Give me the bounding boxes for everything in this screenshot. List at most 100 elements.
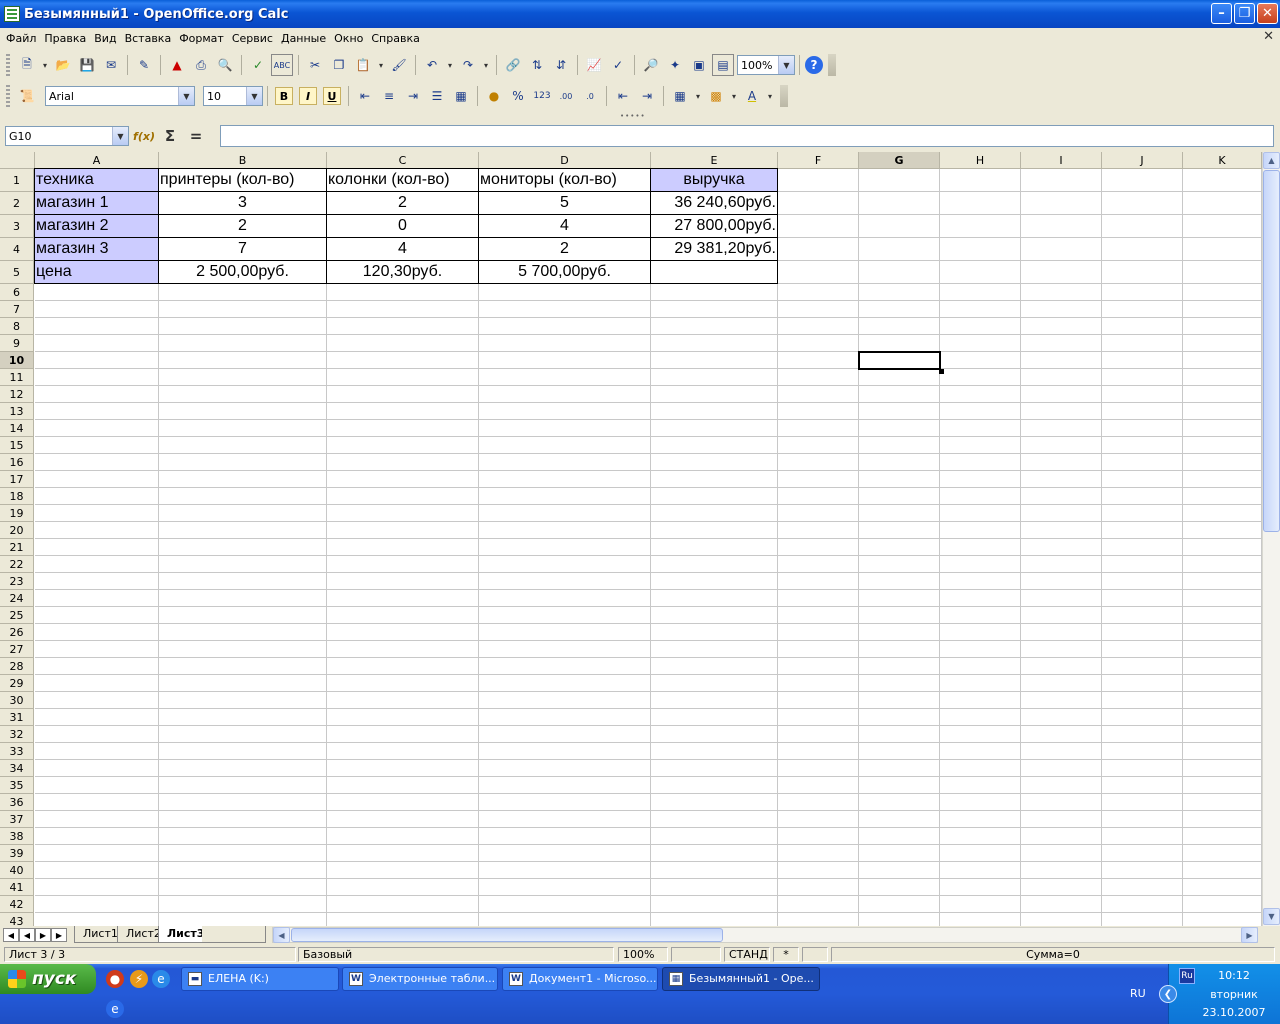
row-header[interactable]: 17 bbox=[0, 471, 34, 488]
grid-cell[interactable] bbox=[1102, 675, 1183, 692]
grid-cell[interactable] bbox=[327, 539, 479, 556]
grid-cell[interactable] bbox=[1021, 238, 1102, 261]
grid-cell[interactable] bbox=[859, 692, 940, 709]
grid-cell[interactable] bbox=[35, 403, 159, 420]
row-header[interactable]: 10 bbox=[0, 352, 34, 369]
row-header[interactable]: 42 bbox=[0, 896, 34, 913]
grid-cell[interactable] bbox=[651, 403, 778, 420]
grid-cell[interactable] bbox=[651, 590, 778, 607]
grid-cell[interactable] bbox=[327, 590, 479, 607]
new-document-icon[interactable]: 🗎 bbox=[16, 54, 38, 76]
grid-cell[interactable] bbox=[479, 658, 651, 675]
grid-cell[interactable] bbox=[327, 777, 479, 794]
scroll-down-icon[interactable]: ▼ bbox=[1263, 908, 1280, 925]
grid-cell[interactable] bbox=[35, 556, 159, 573]
grid-cell[interactable] bbox=[35, 913, 159, 926]
grid-cell[interactable] bbox=[651, 913, 778, 926]
copy-icon[interactable]: ❐ bbox=[328, 54, 350, 76]
grid-cell[interactable] bbox=[1183, 811, 1262, 828]
grid-cell[interactable] bbox=[479, 726, 651, 743]
grid-cell[interactable] bbox=[940, 760, 1021, 777]
grid-cell[interactable] bbox=[1021, 301, 1102, 318]
data-sources-icon[interactable]: ▤ bbox=[712, 54, 734, 76]
row-header[interactable]: 19 bbox=[0, 505, 34, 522]
grid-cell[interactable] bbox=[859, 522, 940, 539]
grid-cell[interactable] bbox=[1183, 505, 1262, 522]
grid-cell[interactable] bbox=[327, 658, 479, 675]
active-cell-cursor[interactable] bbox=[858, 351, 941, 370]
grid-cell[interactable] bbox=[479, 352, 651, 369]
grid-cell[interactable] bbox=[479, 743, 651, 760]
grid-cell[interactable] bbox=[778, 420, 859, 437]
grid-cell[interactable] bbox=[1102, 641, 1183, 658]
grid-cell[interactable] bbox=[327, 913, 479, 926]
grid-cell[interactable] bbox=[1102, 556, 1183, 573]
grid-cell[interactable] bbox=[479, 794, 651, 811]
table-cell[interactable] bbox=[650, 260, 778, 284]
grid-cell[interactable] bbox=[940, 726, 1021, 743]
row-header[interactable]: 8 bbox=[0, 318, 34, 335]
row-header[interactable]: 24 bbox=[0, 590, 34, 607]
grid-cell[interactable] bbox=[159, 505, 327, 522]
row-header[interactable]: 18 bbox=[0, 488, 34, 505]
grid-cell[interactable] bbox=[859, 862, 940, 879]
grid-cell[interactable] bbox=[159, 284, 327, 301]
grid-cell[interactable] bbox=[1021, 811, 1102, 828]
grid-cell[interactable] bbox=[1183, 471, 1262, 488]
help-icon[interactable]: ? bbox=[805, 56, 823, 74]
grid-cell[interactable] bbox=[651, 726, 778, 743]
name-box[interactable]: G10 ▼ bbox=[5, 126, 129, 146]
grid-cell[interactable] bbox=[651, 828, 778, 845]
grid-cell[interactable] bbox=[327, 471, 479, 488]
grid-cell[interactable] bbox=[1102, 488, 1183, 505]
grid-cell[interactable] bbox=[778, 301, 859, 318]
grid-cell[interactable] bbox=[778, 658, 859, 675]
row-header[interactable]: 32 bbox=[0, 726, 34, 743]
grid-cell[interactable] bbox=[651, 794, 778, 811]
grid-cell[interactable] bbox=[1183, 169, 1262, 192]
grid-cell[interactable] bbox=[159, 675, 327, 692]
grid-cell[interactable] bbox=[479, 573, 651, 590]
font-name-combo[interactable]: Arial ▼ bbox=[45, 86, 195, 106]
grid-cell[interactable] bbox=[1021, 318, 1102, 335]
grid-cell[interactable] bbox=[35, 760, 159, 777]
grid-cell[interactable] bbox=[479, 624, 651, 641]
borders-dropdown-icon[interactable]: ▾ bbox=[693, 85, 703, 107]
grid-cell[interactable] bbox=[778, 862, 859, 879]
grid-cell[interactable] bbox=[778, 352, 859, 369]
grid-cell[interactable] bbox=[859, 301, 940, 318]
grid-cell[interactable] bbox=[327, 437, 479, 454]
next-sheet-icon[interactable]: ▶ bbox=[35, 928, 51, 942]
grid-cell[interactable] bbox=[940, 261, 1021, 284]
grid-cell[interactable] bbox=[479, 488, 651, 505]
grid-cell[interactable] bbox=[159, 692, 327, 709]
grid-cell[interactable] bbox=[1183, 522, 1262, 539]
grid-cell[interactable] bbox=[1021, 403, 1102, 420]
grid-cell[interactable] bbox=[479, 522, 651, 539]
row-header[interactable]: 15 bbox=[0, 437, 34, 454]
grid-cell[interactable] bbox=[159, 522, 327, 539]
grid-cell[interactable] bbox=[327, 692, 479, 709]
menu-insert[interactable]: Вставка bbox=[121, 32, 176, 45]
grid-cell[interactable] bbox=[651, 658, 778, 675]
fill-handle[interactable] bbox=[939, 369, 944, 374]
grid-cell[interactable] bbox=[1183, 794, 1262, 811]
grid-cell[interactable] bbox=[859, 845, 940, 862]
grid-cell[interactable] bbox=[1183, 238, 1262, 261]
grid-cell[interactable] bbox=[859, 794, 940, 811]
sort-ascending-icon[interactable]: ⇅ bbox=[526, 54, 548, 76]
chart-icon[interactable]: 📈 bbox=[583, 54, 605, 76]
grid-cell[interactable] bbox=[940, 777, 1021, 794]
grid-cell[interactable] bbox=[327, 556, 479, 573]
grid-cell[interactable] bbox=[651, 556, 778, 573]
grid-cell[interactable] bbox=[1183, 573, 1262, 590]
grid-cell[interactable] bbox=[159, 896, 327, 913]
grid-cell[interactable] bbox=[35, 301, 159, 318]
grid-cell[interactable] bbox=[778, 675, 859, 692]
grid-cell[interactable] bbox=[327, 352, 479, 369]
row-header[interactable]: 20 bbox=[0, 522, 34, 539]
grid-cell[interactable] bbox=[1021, 692, 1102, 709]
table-header-cell[interactable]: колонки (кол-во) bbox=[326, 168, 479, 192]
grid-cell[interactable] bbox=[859, 192, 940, 215]
grid-cell[interactable] bbox=[1183, 658, 1262, 675]
